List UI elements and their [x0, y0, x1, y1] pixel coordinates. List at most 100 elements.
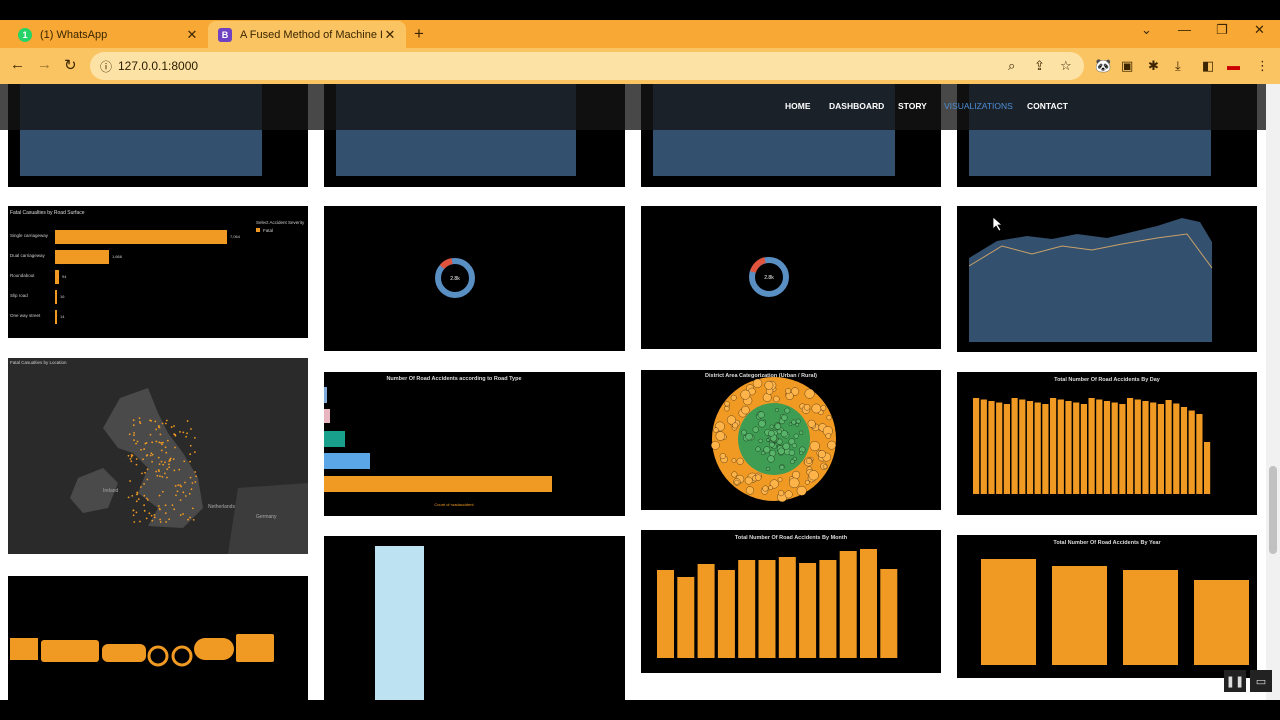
chart-donut-1[interactable]: 2.8k	[324, 206, 625, 351]
vehicles-svg	[10, 634, 274, 667]
bar	[1157, 404, 1164, 494]
bar	[1127, 398, 1134, 494]
value-label: 94	[62, 274, 67, 279]
bubble	[774, 423, 782, 430]
accident-point	[185, 435, 188, 438]
bubble	[784, 407, 791, 414]
screen-bottom-bar	[0, 700, 1280, 720]
accident-point	[138, 417, 141, 419]
chart-by-month[interactable]: Total Number Of Road Accidents By Month	[641, 530, 941, 673]
nav-home[interactable]: HOME	[785, 101, 811, 111]
chart-donut-2[interactable]: 2.8k	[641, 206, 941, 349]
accident-point	[184, 481, 186, 484]
extensions-puzzle-icon[interactable]: ✱	[1148, 58, 1159, 74]
accident-point	[153, 516, 156, 519]
share-icon[interactable]: ⇪	[1034, 58, 1045, 74]
accident-point	[140, 449, 142, 451]
address-bar[interactable]: ⓘ 127.0.0.1:8000 ⌕ ⇪ ☆	[90, 52, 1084, 80]
bar	[1073, 402, 1080, 494]
accident-point	[189, 444, 192, 447]
accident-point	[141, 472, 143, 475]
reload-icon[interactable]: ↻	[64, 56, 77, 74]
accident-point	[172, 458, 175, 460]
bubble	[796, 485, 807, 496]
accident-point	[135, 511, 138, 514]
chart-road-surface[interactable]: Fatal Casualties by Road Surface Select …	[8, 206, 308, 338]
profile-avatar-icon[interactable]: ▬	[1227, 58, 1240, 73]
accident-point	[189, 453, 192, 456]
accident-point	[168, 466, 171, 469]
bubble	[715, 431, 726, 441]
bar	[1134, 399, 1141, 494]
accident-point	[143, 504, 145, 507]
bubble	[795, 423, 799, 427]
accident-point	[164, 512, 167, 515]
page-scrollbar[interactable]	[1266, 84, 1280, 700]
bookmark-star-icon[interactable]: ☆	[1060, 58, 1072, 74]
map-label-netherlands: Netherlands	[208, 504, 235, 510]
bubble	[736, 457, 744, 465]
menu-kebab-icon[interactable]: ⋮	[1256, 58, 1269, 74]
bar	[324, 409, 330, 423]
accident-point	[162, 463, 165, 466]
bubble	[713, 427, 719, 433]
accident-point	[132, 424, 135, 427]
nav-contact[interactable]: CONTACT	[1027, 101, 1068, 111]
side-panel-icon[interactable]: ◧	[1202, 58, 1214, 74]
accident-point	[127, 454, 130, 457]
nav-visualizations[interactable]: VISUALIZATIONS	[944, 101, 1013, 111]
forward-icon[interactable]: →	[37, 56, 52, 73]
pause-icon[interactable]: ❚❚	[1224, 670, 1246, 692]
tab-search-icon[interactable]: ⌄	[1141, 22, 1152, 38]
bar	[677, 577, 695, 658]
bubble	[752, 378, 763, 388]
extension-panda-icon[interactable]: 🐼	[1095, 58, 1111, 74]
bubble	[763, 446, 771, 454]
bar	[1173, 403, 1180, 494]
zoom-icon[interactable]: ⌕	[1008, 58, 1015, 74]
maximize-icon[interactable]: ❐	[1216, 22, 1228, 38]
bar	[1180, 407, 1188, 494]
close-tab-icon[interactable]: ✕	[184, 27, 200, 43]
chart-title: Fatal Casualties by Road Surface	[10, 210, 85, 216]
chart-light-bars[interactable]	[324, 536, 625, 700]
bar	[1096, 399, 1103, 494]
minimize-icon[interactable]: —	[1178, 22, 1191, 37]
bar	[1103, 401, 1111, 494]
browser-tab-strip: 1 (1) WhatsApp ✕ B A Fused Method of Mac…	[0, 20, 1280, 48]
back-icon[interactable]: ←	[10, 56, 25, 73]
bar	[1052, 566, 1107, 665]
chart-road-type[interactable]: Number Of Road Accidents according to Ro…	[324, 372, 625, 516]
bar	[1150, 402, 1157, 494]
url-text[interactable]: 127.0.0.1:8000	[118, 59, 198, 73]
nav-dashboard[interactable]: DASHBOARD	[829, 101, 884, 111]
nav-story[interactable]: STORY	[898, 101, 927, 111]
accident-point	[159, 433, 162, 436]
scrollbar-thumb[interactable]	[1269, 466, 1277, 554]
accident-point	[190, 428, 192, 430]
accident-point	[174, 485, 177, 487]
legend-title: Select Accident Severity	[256, 220, 305, 225]
accident-point	[160, 441, 162, 444]
accident-point	[174, 434, 177, 437]
chart-uk-map[interactable]: Fatal Casualties by Location Ireland Net…	[8, 358, 308, 554]
close-tab-icon[interactable]: ✕	[382, 27, 398, 43]
new-tab-button[interactable]: +	[414, 24, 424, 44]
site-info-icon[interactable]: ⓘ	[100, 58, 112, 75]
accident-point	[183, 460, 186, 463]
chart-vehicle-icons[interactable]	[8, 576, 308, 700]
donut-segment	[439, 258, 453, 270]
bubble	[780, 430, 788, 438]
close-window-icon[interactable]: ✕	[1254, 22, 1265, 38]
download-icon[interactable]: ⤓	[1175, 58, 1181, 74]
chart-district-area[interactable]: District Area Categorization (Urban / Ru…	[641, 370, 941, 510]
pedestrian-icon	[194, 638, 234, 660]
picture-in-picture-icon[interactable]: ▭	[1250, 670, 1272, 692]
bar	[880, 569, 898, 658]
extension-screenshot-icon[interactable]: ▣	[1121, 58, 1133, 74]
accident-point	[168, 518, 171, 521]
tab-fused-method[interactable]: B A Fused Method of Machine Lear ✕	[208, 21, 406, 48]
chart-by-day[interactable]: Total Number Of Road Accidents By Day	[957, 372, 1257, 515]
tab-whatsapp[interactable]: 1 (1) WhatsApp ✕	[8, 21, 208, 48]
chart-by-year[interactable]: Total Number Of Road Accidents By Year	[957, 535, 1257, 678]
